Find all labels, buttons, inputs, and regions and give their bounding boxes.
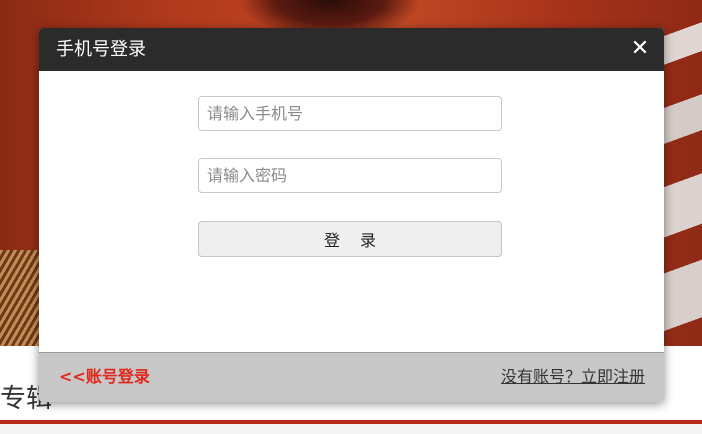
dialog-header: 手机号登录 ✕ (39, 28, 664, 71)
dialog-footer: <<账号登录 没有账号？立即注册 (39, 352, 664, 402)
phone-number-input[interactable] (198, 96, 502, 131)
login-button[interactable]: 登录 (198, 221, 502, 257)
close-icon[interactable]: ✕ (630, 38, 650, 60)
dialog-title: 手机号登录 (56, 39, 146, 60)
register-link[interactable]: 没有账号？立即注册 (501, 367, 645, 387)
background-strip (0, 424, 702, 434)
password-input[interactable] (198, 158, 502, 193)
phone-login-dialog: 手机号登录 ✕ 登录 <<账号登录 没有账号？立即注册 (39, 28, 664, 402)
background-decoration (0, 250, 40, 346)
background-calligraphy (664, 0, 702, 346)
account-login-link[interactable]: <<账号登录 (59, 367, 150, 387)
